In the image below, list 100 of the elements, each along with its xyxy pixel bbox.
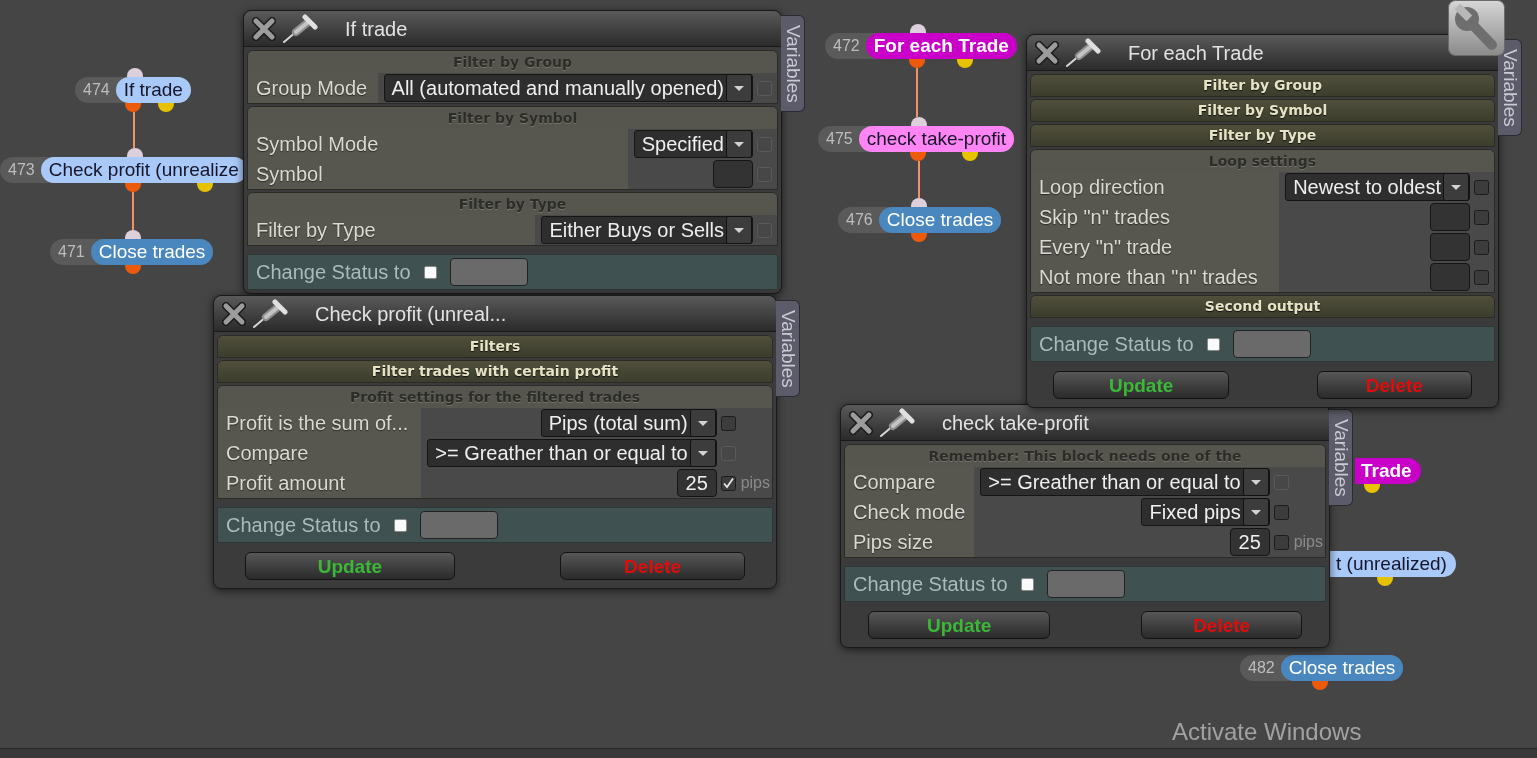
checkbox[interactable]: [423, 265, 437, 279]
dropdown[interactable]: >= Greather than or equal to: [427, 439, 717, 467]
node-number: 475: [825, 129, 854, 149]
dropdown[interactable]: >= Greather than or equal to: [980, 468, 1270, 496]
output-port-icon[interactable]: [125, 265, 141, 274]
caret-icon: [689, 439, 716, 467]
field-label: Filter by Type: [248, 215, 536, 245]
output-port-icon[interactable]: [910, 152, 926, 161]
checkbox[interactable]: [1474, 209, 1489, 225]
checkbox[interactable]: [1020, 577, 1034, 591]
output-port-icon[interactable]: [909, 59, 925, 68]
status-field[interactable]: [449, 258, 528, 286]
input-port-icon[interactable]: [911, 117, 927, 126]
window-title: Check profit (unreal...: [315, 301, 507, 327]
dropdown[interactable]: Specified: [633, 130, 753, 158]
second-output-port-icon[interactable]: [962, 152, 978, 161]
update-button[interactable]: Update: [1053, 371, 1229, 399]
section-header[interactable]: Filter by Symbol: [1031, 100, 1494, 121]
update-button[interactable]: Update: [868, 611, 1051, 639]
dropdown[interactable]: Pips (total sum): [540, 409, 717, 437]
second-output-port-icon[interactable]: [1364, 484, 1380, 493]
checkbox[interactable]: [1206, 337, 1220, 351]
checkbox[interactable]: [720, 415, 736, 431]
second-output-port-icon[interactable]: [1377, 577, 1393, 586]
input-field[interactable]: [1430, 233, 1470, 261]
section-header[interactable]: Filter trades with certain profit: [218, 361, 772, 382]
field-label: Not more than "n" trades: [1031, 262, 1280, 292]
pin-icon[interactable]: [879, 407, 915, 438]
node-number: 471: [57, 242, 86, 262]
node-label[interactable]: t (unrealized): [1330, 551, 1456, 577]
output-port-icon[interactable]: [125, 183, 141, 192]
node-body[interactable]: 475 check take-profit: [818, 126, 1015, 152]
caret-icon: [726, 74, 752, 102]
node-label[interactable]: Close trades: [878, 207, 1002, 233]
status-field[interactable]: [1046, 570, 1125, 598]
update-button[interactable]: Update: [244, 552, 455, 580]
node-body[interactable]: 482 Close trades: [1240, 655, 1404, 681]
status-field[interactable]: [1232, 330, 1311, 358]
input-port-icon[interactable]: [127, 68, 143, 77]
connector-line: [132, 192, 134, 230]
variables-tab[interactable]: Variables: [1498, 39, 1522, 136]
input-field[interactable]: [1430, 263, 1470, 291]
status-field[interactable]: [419, 511, 498, 539]
input-port-icon[interactable]: [127, 148, 143, 157]
pin-icon[interactable]: [282, 13, 318, 44]
checkbox[interactable]: [1273, 504, 1289, 520]
dropdown[interactable]: Either Buys or Sells: [541, 216, 753, 244]
section-header[interactable]: Filter by Type: [1031, 125, 1494, 146]
checkbox[interactable]: [720, 475, 736, 491]
output-port-icon[interactable]: [911, 233, 927, 242]
node-label[interactable]: check take-profit: [858, 126, 1015, 152]
second-output-port-icon[interactable]: [957, 59, 973, 68]
close-icon[interactable]: [222, 301, 246, 326]
close-icon[interactable]: [1035, 40, 1059, 65]
pin-icon[interactable]: [1065, 37, 1101, 68]
close-icon[interactable]: [252, 16, 276, 41]
connector-line: [916, 68, 918, 117]
variables-tab[interactable]: Variables: [781, 15, 805, 112]
node-body[interactable]: 472 For each Trade: [825, 33, 1017, 59]
output-port-icon[interactable]: [125, 103, 141, 112]
section-header[interactable]: Filters: [218, 336, 772, 357]
change-status-label: Change Status to: [226, 513, 381, 538]
variables-tab[interactable]: Variables: [1329, 409, 1353, 506]
wrench-icon[interactable]: [1448, 0, 1505, 56]
second-output-port-icon[interactable]: [158, 103, 174, 112]
checkbox[interactable]: [1273, 534, 1289, 550]
unit-label: pips: [1293, 532, 1323, 552]
field-label: Skip "n" trades: [1031, 202, 1280, 232]
checkbox[interactable]: [1474, 269, 1489, 285]
variables-tab[interactable]: Variables: [776, 300, 800, 397]
node-label[interactable]: For each Trade: [865, 33, 1017, 59]
node-label[interactable]: Close trades: [90, 239, 214, 265]
input-field[interactable]: 25: [676, 469, 717, 497]
section-header[interactable]: Filter by Group: [1031, 75, 1494, 96]
checkbox[interactable]: [393, 518, 407, 532]
dropdown[interactable]: Newest to oldest: [1285, 173, 1470, 201]
dropdown[interactable]: Fixed pips: [1141, 498, 1270, 526]
section-header[interactable]: Second output: [1031, 296, 1494, 317]
caret-icon: [689, 409, 716, 437]
node-label[interactable]: If trade: [115, 77, 191, 103]
change-status-label: Change Status to: [853, 572, 1008, 597]
input-field[interactable]: [713, 160, 753, 188]
second-output-port-icon[interactable]: [197, 183, 213, 192]
close-icon[interactable]: [849, 410, 873, 435]
node-label[interactable]: Trade: [1355, 458, 1421, 484]
node-body[interactable]: 474 If trade: [75, 77, 191, 103]
node-body[interactable]: 476 Close trades: [838, 207, 1002, 233]
node-label[interactable]: Close trades: [1280, 655, 1404, 681]
input-field[interactable]: [1430, 203, 1470, 231]
node-body[interactable]: 471 Close trades: [50, 239, 214, 265]
checkbox[interactable]: [1474, 179, 1489, 195]
input-port-icon[interactable]: [911, 198, 927, 207]
input-port-icon[interactable]: [910, 24, 926, 33]
pin-icon[interactable]: [252, 298, 288, 329]
input-port-icon[interactable]: [125, 230, 141, 239]
input-field[interactable]: 25: [1229, 528, 1270, 556]
checkbox[interactable]: [1474, 239, 1489, 255]
dropdown[interactable]: All (automated and manually opened): [383, 74, 753, 102]
output-port-icon[interactable]: [1312, 681, 1328, 690]
field-label: Every "n" trade: [1031, 232, 1280, 262]
